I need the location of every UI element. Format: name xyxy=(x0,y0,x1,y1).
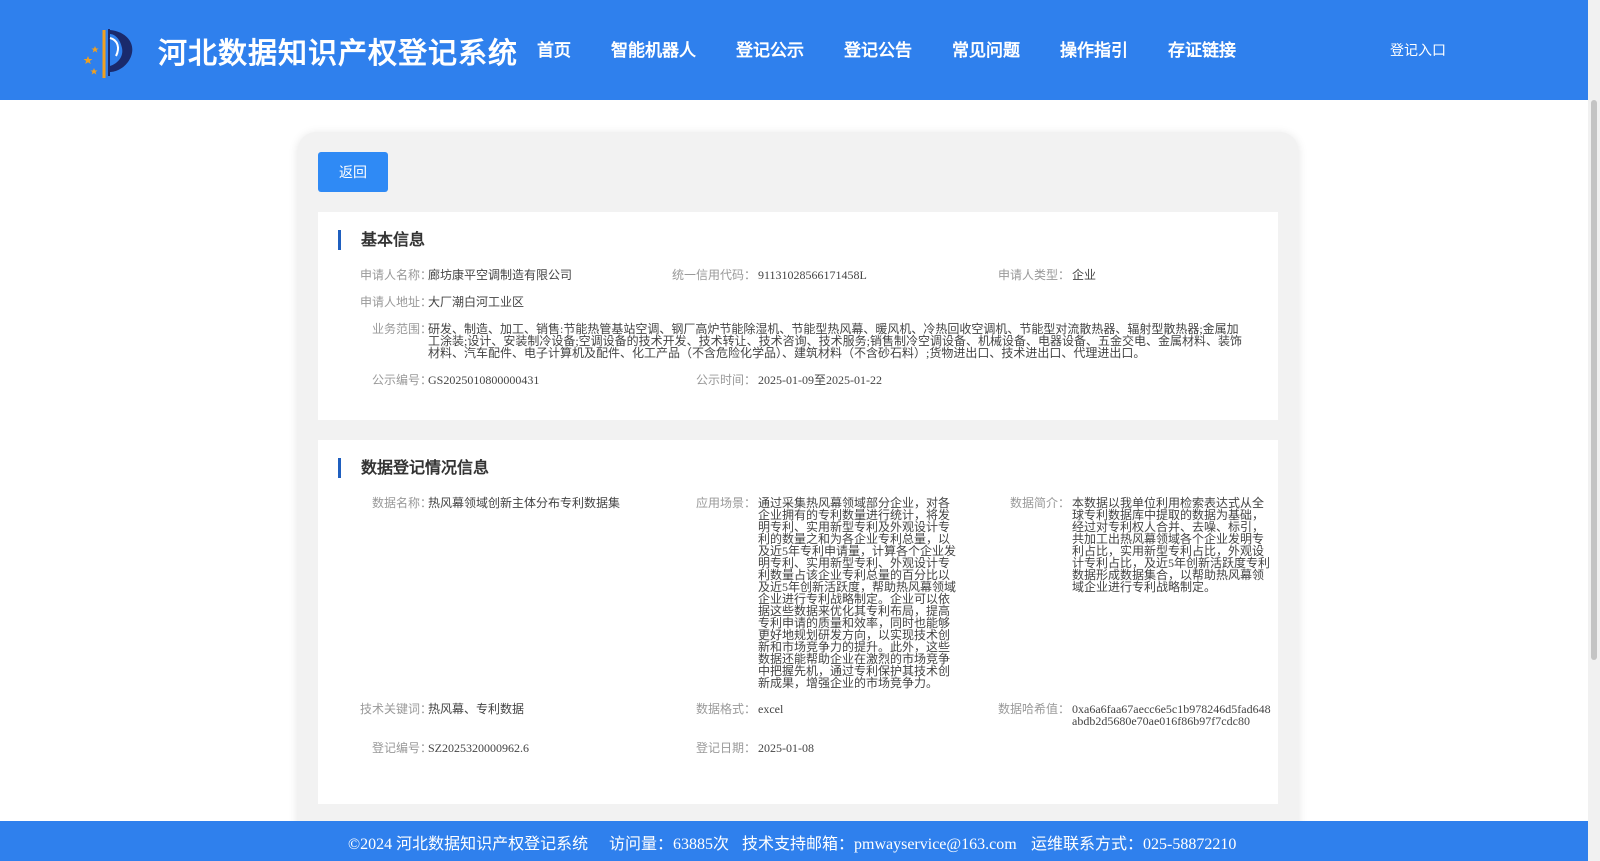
applicant-name-label: 申请人名称： xyxy=(359,268,432,282)
publicity-time-label: 公示时间： xyxy=(695,373,756,387)
footer-copyright: ©2024 河北数据知识产权登记系统 xyxy=(348,836,589,853)
scenario-value: 通过采集热风幕领域部分企业，对各企业拥有的专利数量进行统计，将发明专利、实用新型… xyxy=(758,496,957,690)
applicant-type-value: 企业 xyxy=(1072,268,1097,282)
site-title: 河北数据知识产权登记系统 xyxy=(158,36,519,70)
credit-code-label: 统一信用代码： xyxy=(671,268,756,282)
nav-registration-publicity[interactable]: 登记公示 xyxy=(736,36,804,61)
nav-smart-robot[interactable]: 智能机器人 xyxy=(611,36,696,61)
hash-label: 数据哈希值： xyxy=(997,702,1070,716)
basic-info-card: 基本信息 申请人名称： 廊坊康平空调制造有限公司 统一信用代码： 9113102… xyxy=(318,212,1278,420)
applicant-address-value: 大厂潮白河工业区 xyxy=(428,295,525,309)
reg-no-value: SZ2025320000962.6 xyxy=(428,741,530,755)
data-name-label: 数据名称： xyxy=(371,496,432,510)
credit-code-value: 91131028566171458L xyxy=(758,268,867,282)
business-scope-value: 研发、制造、加工、销售:节能热管基站空调、钢厂高炉节能除湿机、节能型热风幕、暖风… xyxy=(428,322,1243,360)
nav-faq[interactable]: 常见问题 xyxy=(952,36,1020,61)
summary-label: 数据简介： xyxy=(1009,496,1070,510)
nav-registration-announcement[interactable]: 登记公告 xyxy=(844,36,912,61)
publicity-time-value: 2025-01-09至2025-01-22 xyxy=(758,373,882,387)
hash-value: 0xa6a6faa67aecc6e5c1b978246d5fad648abdb2… xyxy=(1072,702,1271,728)
nav-guide[interactable]: 操作指引 xyxy=(1060,36,1128,61)
reg-no-label: 登记编号： xyxy=(371,741,432,755)
applicant-type-label: 申请人类型： xyxy=(997,268,1070,282)
keywords-value: 热风幕、专利数据 xyxy=(428,702,525,716)
top-header: 河北数据知识产权登记系统 首页 智能机器人 登记公示 登记公告 常见问题 操作指… xyxy=(0,0,1588,100)
applicant-name-value: 廊坊康平空调制造有限公司 xyxy=(428,268,573,282)
format-label: 数据格式： xyxy=(695,702,756,716)
data-name-value: 热风幕领域创新主体分布专利数据集 xyxy=(428,496,621,510)
business-scope-label: 业务范围： xyxy=(371,322,432,336)
footer-ops-contact: 运维联系方式：025-58872210 xyxy=(1031,836,1237,853)
footer: ©2024 河北数据知识产权登记系统 访问量：63885次 技术支持邮箱：pmw… xyxy=(0,821,1588,861)
reg-date-label: 登记日期： xyxy=(695,741,756,755)
publicity-no-value: GS2025010800000431 xyxy=(428,373,540,387)
site-logo-icon xyxy=(83,29,133,78)
format-value: excel xyxy=(758,702,784,716)
section-title-registration-info: 数据登记情况信息 xyxy=(338,458,489,478)
footer-visits: 访问量：63885次 xyxy=(609,836,730,853)
footer-support-email: 技术支持邮箱：pmwayservice@163.com xyxy=(742,836,1017,853)
back-button[interactable]: 返回 xyxy=(318,152,388,192)
login-entry-link[interactable]: 登记入口 xyxy=(1390,40,1446,60)
scenario-label: 应用场景： xyxy=(695,496,756,510)
nav-evidence-link[interactable]: 存证链接 xyxy=(1168,36,1236,61)
registration-info-card: 数据登记情况信息 数据名称： 热风幕领域创新主体分布专利数据集 应用场景： 通过… xyxy=(318,440,1278,804)
summary-value: 本数据以我单位利用检索表达式从全球专利数据库中提取的数据为基础，经过对专利权人合… xyxy=(1072,496,1271,594)
section-title-basic-info: 基本信息 xyxy=(338,230,425,250)
applicant-address-label: 申请人地址： xyxy=(359,295,432,309)
keywords-label: 技术关键词： xyxy=(359,702,432,716)
nav-home[interactable]: 首页 xyxy=(537,36,571,61)
publicity-no-label: 公示编号： xyxy=(371,373,432,387)
reg-date-value: 2025-01-08 xyxy=(758,741,814,755)
scrollbar-thumb[interactable] xyxy=(1591,100,1597,660)
